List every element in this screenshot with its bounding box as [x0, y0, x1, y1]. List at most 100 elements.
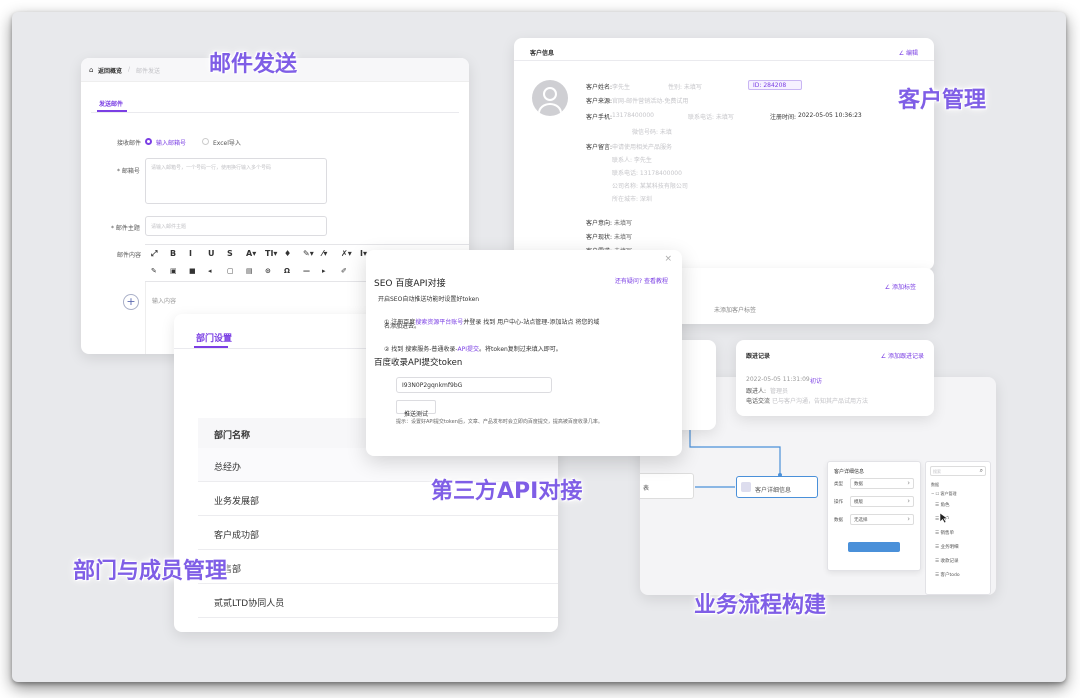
help-link[interactable]: 还有疑问? 查看教程: [615, 276, 668, 285]
flow-node-left[interactable]: 表: [640, 473, 694, 499]
toolbar-button-r2[interactable]: ▤: [246, 267, 253, 275]
label-dept: 部门与成员管理: [73, 559, 228, 584]
toolbar-button-r2[interactable]: ⊙: [265, 267, 271, 275]
toolbar-button-r2[interactable]: ✐: [341, 267, 347, 275]
add-tag-link[interactable]: ∠ 添加标签: [885, 282, 916, 291]
radio-excel-label[interactable]: Excel导入: [213, 138, 241, 147]
dept-row[interactable]: 贰贰LTD协同人员: [198, 584, 558, 618]
dept-row-label: 业务发展部: [214, 497, 260, 507]
toolbar-button-r1[interactable]: TI▾: [265, 249, 277, 258]
dept-row[interactable]: 客户成功部: [198, 516, 558, 550]
toolbar-button-r1[interactable]: ♦: [284, 249, 291, 258]
toolbar-button-r2[interactable]: Ω: [284, 267, 290, 275]
step2-link[interactable]: API提交: [458, 346, 480, 353]
customer-card-title: 客户信息: [530, 50, 555, 57]
toolbar-button-r1[interactable]: ⁄▾: [322, 249, 327, 258]
add-icon[interactable]: +: [123, 294, 139, 310]
add-followup-link[interactable]: ∠ 添加跟进记录: [881, 351, 924, 360]
radio-email-icon[interactable]: [145, 138, 152, 145]
toolbar-button-r2[interactable]: ▸: [322, 267, 326, 275]
api-hint: 提示：设置好API提交token后，文章、产品发布时会立即向百度提交，提高被百度…: [396, 419, 603, 425]
content-label: 邮件内容: [117, 252, 142, 259]
followup-time: 2022-05-05 11:31:09: [746, 376, 810, 383]
breadcrumb-home[interactable]: 返回概览: [98, 66, 122, 75]
step1-link[interactable]: 搜索资源平台账号: [415, 319, 463, 326]
email-label: * 邮箱号: [117, 168, 140, 175]
toolbar-button-r2[interactable]: ■: [189, 267, 196, 275]
name-value: 李先生: [612, 84, 631, 91]
tree-group[interactable]: − ☐ 客户管理: [931, 491, 956, 497]
flow-row-label: 类型: [834, 482, 843, 487]
intent-value: 未填写: [614, 220, 633, 227]
step1-rest: 并登录 找到 用户中心-站点管理-添加站点 将您的域: [463, 319, 600, 326]
breadcrumb-current: 邮件发送: [136, 68, 161, 75]
toolbar-button-r1[interactable]: A▾: [246, 249, 256, 258]
dept-row-label: 市场部: [214, 630, 241, 632]
flow-row-select[interactable]: 数据 ›: [850, 478, 914, 489]
subject-label: * 邮件主题: [111, 225, 140, 232]
collage-frame: ⌂ 返回概览 / 邮件发送 发送邮件 接收邮件 输入邮箱号 Excel导入 * …: [12, 12, 1066, 682]
label-customer: 客户管理: [898, 88, 987, 113]
toolbar-button-r2[interactable]: —: [303, 267, 310, 275]
toolbar-button-r1[interactable]: ✗▾: [341, 249, 352, 258]
followup-channel-label: 电话交流: [746, 398, 771, 405]
tree-item[interactable]: ☰ 角色: [935, 502, 949, 508]
flow-detail-panel: 客户详细信息 类型 数据 › 操作 模版 › 数据 无选择 › 添加数据: [827, 461, 921, 571]
tree-search-input[interactable]: 搜索 ⌕: [930, 466, 986, 476]
msg-line: 联系人: 李先生: [612, 157, 652, 164]
tree-item[interactable]: ☰ 客户todo: [935, 572, 960, 578]
toolbar-button-r2[interactable]: ▣: [170, 267, 177, 275]
followup-person-label: 跟进人:: [746, 388, 767, 395]
toolbar-button-r2[interactable]: ◂: [208, 267, 212, 275]
register-label: 注册时间:: [770, 114, 797, 121]
toolbar-button-r1[interactable]: I: [189, 249, 192, 258]
toolbar-button-r1[interactable]: S: [227, 249, 233, 258]
close-icon[interactable]: ×: [664, 254, 672, 264]
toolbar-button-r1[interactable]: B: [170, 249, 176, 258]
flow-row-select[interactable]: 模版 ›: [850, 496, 914, 507]
intent-label: 客户意向:: [586, 220, 613, 227]
dept-row-label: 客户成功部: [214, 531, 260, 541]
customer-divider: [514, 60, 934, 61]
toolbar-button-r1[interactable]: ✎▾: [303, 249, 314, 258]
radio-email-label[interactable]: 输入邮箱号: [156, 138, 186, 147]
name-label: 客户姓名:: [586, 84, 613, 91]
source-value: 官网-邮件营销活动-免费试用: [612, 98, 689, 105]
toolbar-button-r1[interactable]: U: [208, 249, 215, 258]
radio-excel-icon[interactable]: [202, 138, 209, 145]
label-api: 第三方API对接: [431, 479, 583, 504]
toolbar-button-r2[interactable]: ✎: [151, 267, 157, 275]
tree-search-icon: ⌕: [979, 467, 983, 474]
tree-item[interactable]: ☰ 销售单: [935, 530, 954, 536]
step2-prefix: ② 找到 搜索服务-普通收录-: [384, 346, 458, 353]
step2-rest: 。将token复制过来填入即可。: [479, 346, 562, 353]
dept-row[interactable]: 市场部: [198, 618, 558, 632]
label-flow: 业务流程构建: [694, 593, 827, 618]
tree-item[interactable]: ☰ 业务明细: [935, 544, 958, 550]
toolbar-button-r2[interactable]: ▢: [227, 267, 234, 275]
customer-tags-card: ∠ 添加标签 未添加客户标签: [658, 268, 934, 324]
followup-title: 跟进记录: [746, 353, 771, 360]
dept-row-label: 总经办: [214, 463, 242, 473]
token-input[interactable]: I93N0P2gqnkmf9bG: [396, 377, 552, 393]
id-badge-text: ID: 284208: [753, 82, 787, 89]
register-value: 2022-05-05 10:36:23: [798, 112, 862, 119]
email-textarea[interactable]: 请输入邮箱号，一个号码一行，使用换行输入多个号码: [145, 158, 327, 204]
flow-row-select[interactable]: 无选择 ›: [850, 514, 914, 525]
subject-input[interactable]: 请输入邮件主题: [145, 216, 327, 236]
msg-label: 客户留言:: [586, 144, 613, 151]
tab-send-mail[interactable]: 发送邮件: [99, 99, 123, 108]
token-value: I93N0P2gqnkmf9bG: [402, 382, 463, 389]
content-placeholder: 输入内容: [152, 298, 177, 305]
flow-row-label: 数据: [834, 518, 843, 523]
edit-link[interactable]: ∠ 编辑: [899, 48, 918, 57]
tree-item[interactable]: ☰ 收款记录: [935, 558, 958, 564]
phone3-value: 微信号码: 未填: [632, 129, 672, 136]
label-mail: 邮件发送: [209, 52, 298, 77]
flow-node-center[interactable]: 客户详细信息: [736, 476, 818, 498]
push-test-button[interactable]: 推送测试: [396, 400, 436, 418]
flow-row-value: 模版: [854, 500, 863, 505]
toolbar-button-r1[interactable]: ⤢: [151, 249, 157, 259]
dept-row[interactable]: 销售部: [198, 550, 558, 584]
flow-add-button[interactable]: 添加数据: [848, 542, 900, 559]
